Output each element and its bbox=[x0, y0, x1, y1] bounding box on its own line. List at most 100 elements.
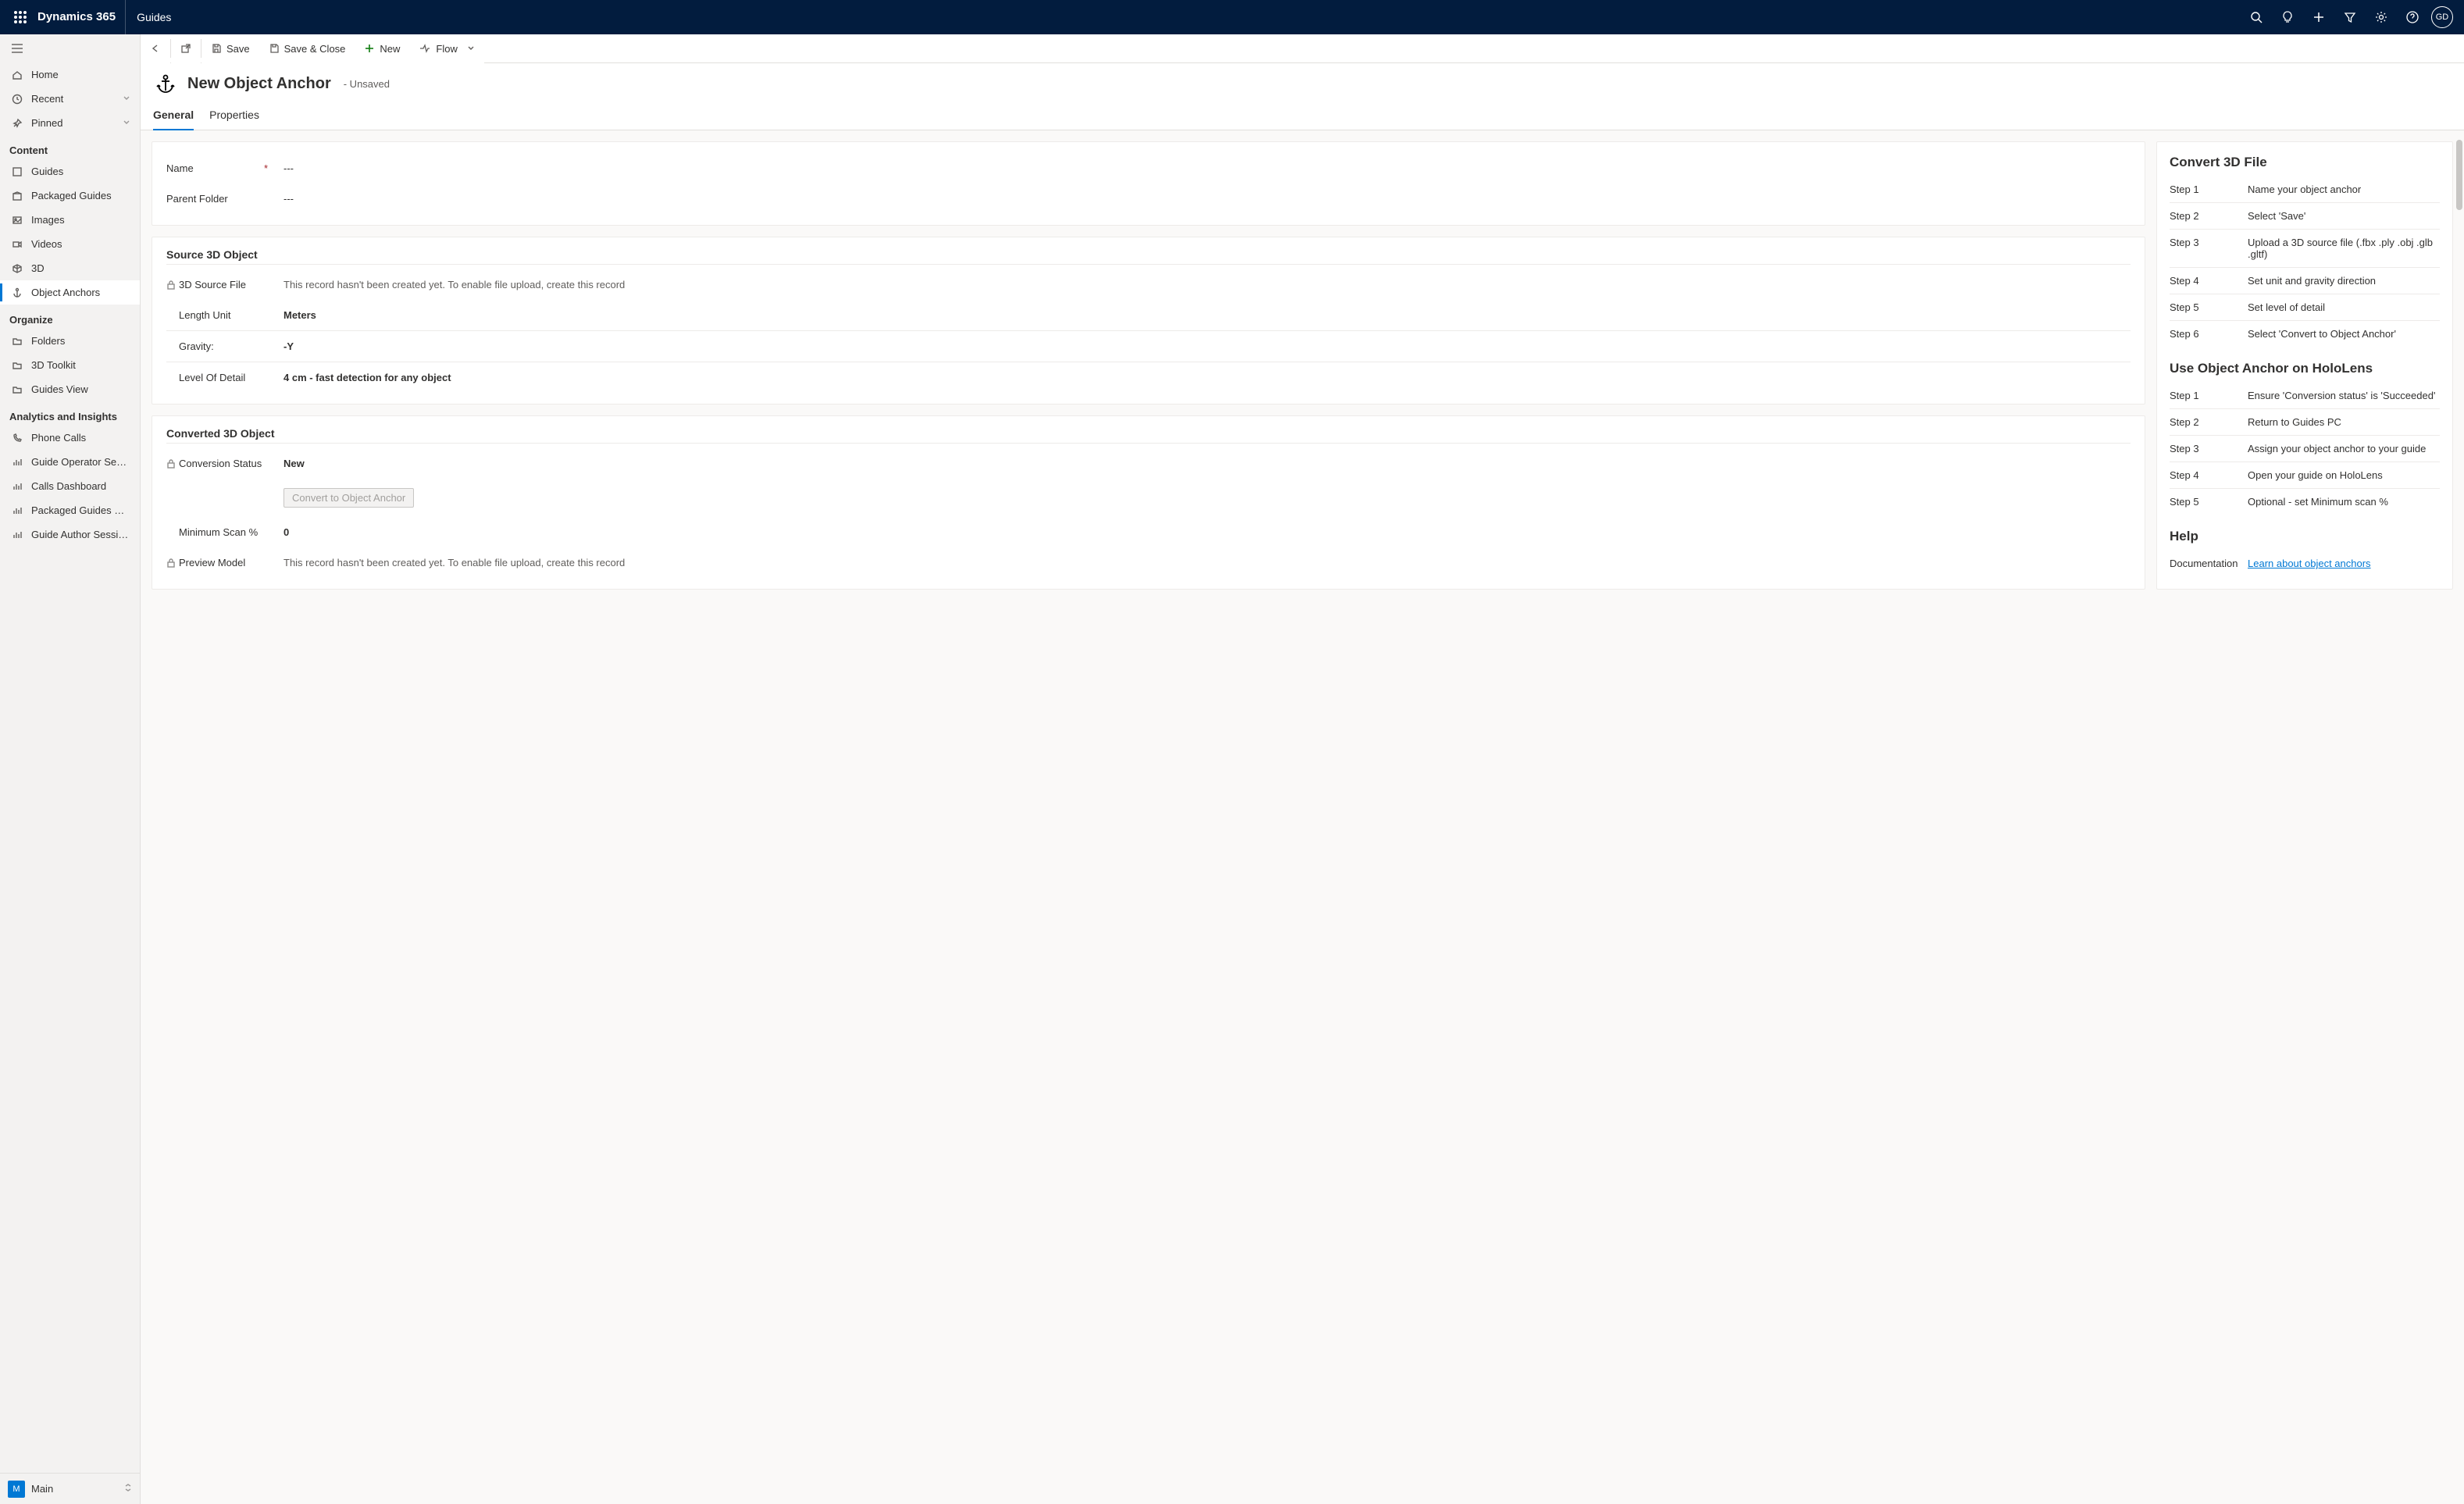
nav-guides[interactable]: Guides bbox=[0, 159, 140, 184]
nav-3d[interactable]: 3D bbox=[0, 256, 140, 280]
section-converted-3d: Converted 3D Object Conversion Status Ne… bbox=[152, 415, 2145, 590]
nav-guides-view[interactable]: Guides View bbox=[0, 377, 140, 401]
help-step-value: Return to Guides PC bbox=[2248, 416, 2440, 428]
field-label-parent: Parent Folder bbox=[166, 193, 228, 205]
field-value-parent[interactable]: --- bbox=[283, 193, 2131, 205]
help-step-row: Step 1Ensure 'Conversion status' is 'Suc… bbox=[2170, 383, 2440, 409]
nav-packaged-guides[interactable]: Packaged Guides bbox=[0, 184, 140, 208]
help-step-key: Step 4 bbox=[2170, 275, 2248, 287]
nav-folders[interactable]: Folders bbox=[0, 329, 140, 353]
insights-button[interactable] bbox=[2272, 0, 2303, 34]
help-step-value: Select 'Convert to Object Anchor' bbox=[2248, 328, 2440, 340]
nav-operator-sessions[interactable]: Guide Operator Sessi... bbox=[0, 450, 140, 474]
site-nav: Home Recent Pinned Content Guides Packag… bbox=[0, 34, 141, 1504]
help-step-key: Step 3 bbox=[2170, 237, 2248, 260]
nav-pinned[interactable]: Pinned bbox=[0, 111, 140, 135]
field-value-gravity[interactable]: -Y bbox=[283, 340, 2131, 352]
required-indicator: * bbox=[264, 162, 283, 174]
field-value-length[interactable]: Meters bbox=[283, 309, 2131, 321]
help-step-row: Step 4Open your guide on HoloLens bbox=[2170, 462, 2440, 489]
search-button[interactable] bbox=[2241, 0, 2272, 34]
user-avatar[interactable]: GD bbox=[2431, 6, 2453, 28]
help-step-value: Set unit and gravity direction bbox=[2248, 275, 2440, 287]
nav-packaged-guides-ops[interactable]: Packaged Guides Op... bbox=[0, 498, 140, 522]
nav-videos[interactable]: Videos bbox=[0, 232, 140, 256]
global-header: Dynamics 365 Guides GD bbox=[0, 0, 2464, 34]
settings-button[interactable] bbox=[2366, 0, 2397, 34]
field-label-min-scan: Minimum Scan % bbox=[179, 526, 258, 538]
nav-group-content: Content bbox=[0, 135, 140, 159]
guides-icon bbox=[12, 166, 23, 177]
chevron-down-icon bbox=[467, 45, 475, 52]
help-step-row: Step 1Name your object anchor bbox=[2170, 176, 2440, 203]
help-step-row: Step 5Optional - set Minimum scan % bbox=[2170, 489, 2440, 515]
app-launcher-button[interactable] bbox=[6, 0, 34, 34]
save-close-icon bbox=[269, 43, 280, 54]
area-name: Main bbox=[31, 1483, 53, 1495]
plus-icon bbox=[2312, 10, 2326, 24]
back-button[interactable] bbox=[141, 34, 170, 63]
help-step-key: Step 1 bbox=[2170, 184, 2248, 195]
lightbulb-icon bbox=[2280, 10, 2295, 24]
nav-recent[interactable]: Recent bbox=[0, 87, 140, 111]
flow-icon bbox=[419, 43, 431, 54]
nav-collapse-button[interactable] bbox=[0, 34, 140, 62]
add-button[interactable] bbox=[2303, 0, 2334, 34]
chart-icon bbox=[12, 505, 23, 516]
field-value-lod[interactable]: 4 cm - fast detection for any object bbox=[283, 372, 2131, 383]
anchor-icon bbox=[12, 287, 23, 298]
gear-icon bbox=[2374, 10, 2388, 24]
field-label-preview: Preview Model bbox=[179, 557, 245, 568]
help-button[interactable] bbox=[2397, 0, 2428, 34]
help-step-row: Step 4Set unit and gravity direction bbox=[2170, 268, 2440, 294]
form-body: Name* --- Parent Folder --- Source 3D Ob… bbox=[141, 130, 2464, 1504]
help-panel: Convert 3D File Step 1Name your object a… bbox=[2156, 141, 2453, 590]
convert-button: Convert to Object Anchor bbox=[283, 488, 414, 508]
image-icon bbox=[12, 215, 23, 226]
nav-3d-toolkit[interactable]: 3D Toolkit bbox=[0, 353, 140, 377]
main-area: Save Save & Close New Flow New Object An… bbox=[141, 34, 2464, 1504]
command-bar: Save Save & Close New Flow bbox=[141, 34, 2464, 63]
new-button[interactable]: New bbox=[355, 34, 409, 63]
field-value-preview: This record hasn't been created yet. To … bbox=[283, 557, 2131, 568]
help-heading-use: Use Object Anchor on HoloLens bbox=[2170, 361, 2440, 376]
help-step-value: Optional - set Minimum scan % bbox=[2248, 496, 2440, 508]
form-tabs: General Properties bbox=[141, 96, 2464, 130]
app-name[interactable]: Guides bbox=[126, 11, 182, 23]
chart-icon bbox=[12, 481, 23, 492]
nav-calls-dashboard[interactable]: Calls Dashboard bbox=[0, 474, 140, 498]
help-step-value: Name your object anchor bbox=[2248, 184, 2440, 195]
field-label-conv-status: Conversion Status bbox=[179, 458, 262, 469]
nav-group-analytics: Analytics and Insights bbox=[0, 401, 140, 426]
product-name[interactable]: Dynamics 365 bbox=[34, 0, 126, 34]
flow-button[interactable]: Flow bbox=[409, 34, 483, 63]
open-new-window-button[interactable] bbox=[171, 34, 201, 63]
help-step-value: Open your guide on HoloLens bbox=[2248, 469, 2440, 481]
nav-object-anchors[interactable]: Object Anchors bbox=[0, 280, 140, 305]
tab-general[interactable]: General bbox=[153, 104, 194, 130]
help-step-row: Step 2Select 'Save' bbox=[2170, 203, 2440, 230]
area-badge: M bbox=[8, 1481, 25, 1498]
area-switcher[interactable]: M Main bbox=[0, 1473, 140, 1504]
filter-button[interactable] bbox=[2334, 0, 2366, 34]
field-value-name[interactable]: --- bbox=[283, 162, 2131, 174]
section-source-3d: Source 3D Object 3D Source File This rec… bbox=[152, 237, 2145, 405]
nav-author-sessions[interactable]: Guide Author Sessions bbox=[0, 522, 140, 547]
popout-icon bbox=[180, 43, 191, 54]
nav-home[interactable]: Home bbox=[0, 62, 140, 87]
save-close-button[interactable]: Save & Close bbox=[259, 34, 355, 63]
help-step-row: Step 6Select 'Convert to Object Anchor' bbox=[2170, 321, 2440, 347]
nav-group-organize: Organize bbox=[0, 305, 140, 329]
scrollbar-thumb[interactable] bbox=[2456, 140, 2462, 210]
nav-phone-calls[interactable]: Phone Calls bbox=[0, 426, 140, 450]
field-value-min-scan[interactable]: 0 bbox=[283, 526, 2131, 538]
tab-properties[interactable]: Properties bbox=[209, 104, 259, 130]
field-label-length: Length Unit bbox=[179, 309, 231, 321]
save-button[interactable]: Save bbox=[201, 34, 259, 63]
field-label-lod: Level Of Detail bbox=[179, 372, 245, 383]
field-label-gravity: Gravity: bbox=[179, 340, 214, 352]
folder-icon bbox=[12, 384, 23, 395]
nav-images[interactable]: Images bbox=[0, 208, 140, 232]
up-down-icon bbox=[124, 1483, 132, 1492]
help-doc-link[interactable]: Learn about object anchors bbox=[2248, 558, 2371, 569]
